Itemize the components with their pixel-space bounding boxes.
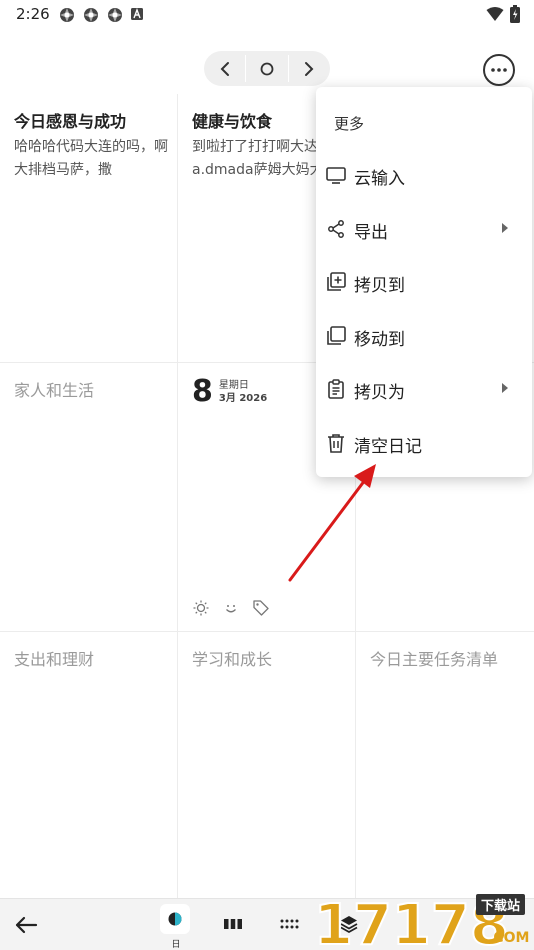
menu-item-label: 清空日记 bbox=[354, 437, 422, 457]
day-view-icon bbox=[168, 912, 182, 926]
date-day: 8 bbox=[192, 374, 213, 409]
today-button[interactable] bbox=[246, 51, 287, 86]
mood-smile-icon[interactable] bbox=[222, 599, 240, 617]
cell-content: 哈哈哈代码大连的吗，啊大排档马萨，撒 bbox=[14, 139, 168, 178]
share-icon bbox=[328, 220, 344, 238]
cell-title: 今日感恩与成功 bbox=[14, 112, 127, 131]
grid-cell-learning[interactable]: 学习和成长 bbox=[178, 632, 356, 898]
menu-item-export[interactable]: 导出 bbox=[316, 207, 532, 251]
next-day-button[interactable] bbox=[289, 51, 330, 86]
view-day-button[interactable] bbox=[160, 904, 190, 934]
menu-item-move-to[interactable]: 移动到 bbox=[316, 314, 532, 358]
settings-gear-icon bbox=[108, 8, 122, 22]
view-month-button[interactable] bbox=[276, 911, 302, 937]
monitor-icon bbox=[326, 167, 346, 184]
status-notification-icons bbox=[58, 6, 144, 24]
tag-icon[interactable] bbox=[252, 599, 270, 617]
back-button[interactable] bbox=[12, 911, 40, 939]
previous-day-button[interactable] bbox=[204, 51, 245, 86]
site-watermark: 17178 下载站 .COM bbox=[312, 888, 534, 950]
chevron-right-icon bbox=[305, 61, 314, 76]
grid-cell-gratitude[interactable]: 今日感恩与成功 哈哈哈代码大连的吗，啊大排档马萨，撒 bbox=[0, 94, 178, 363]
more-menu: 更多 云输入 导出 拷贝到 移动到 拷贝为 清空日记 bbox=[316, 87, 532, 477]
submenu-arrow-icon bbox=[502, 223, 508, 233]
date-month-year: 3月 2026 bbox=[218, 392, 268, 404]
menu-item-copy-to[interactable]: 拷贝到 bbox=[316, 260, 532, 304]
menu-item-clear-diary[interactable]: 清空日记 bbox=[316, 421, 532, 465]
cell-title: 今日主要任务清单 bbox=[370, 650, 499, 669]
date-weekday: 星期日 bbox=[218, 379, 249, 391]
settings-gear-icon bbox=[60, 8, 74, 22]
arrow-left-icon bbox=[15, 916, 38, 934]
date-display: 8 星期日 3月 2026 bbox=[192, 377, 267, 407]
wifi-icon bbox=[486, 7, 504, 21]
menu-item-label: 拷贝到 bbox=[354, 276, 405, 296]
cell-title: 学习和成长 bbox=[192, 650, 273, 669]
columns-icon bbox=[224, 919, 242, 929]
move-copy-icon bbox=[327, 326, 346, 345]
view-day-label: 日 bbox=[171, 940, 181, 950]
settings-gear-icon bbox=[84, 8, 98, 22]
a-letter-icon bbox=[131, 8, 143, 20]
grid-cell-family[interactable]: 家人和生活 bbox=[0, 363, 178, 632]
dots-grid-icon bbox=[280, 919, 299, 929]
battery-icon bbox=[510, 5, 520, 23]
date-navigation bbox=[204, 51, 330, 86]
trash-icon bbox=[328, 434, 344, 453]
cell-title: 健康与饮食 bbox=[192, 112, 273, 131]
menu-header: 更多 bbox=[334, 115, 365, 133]
status-system-icons bbox=[486, 5, 520, 23]
menu-item-label: 移动到 bbox=[354, 330, 405, 350]
status-bar: 2:26 bbox=[0, 0, 534, 30]
menu-item-cloud-input[interactable]: 云输入 bbox=[316, 153, 532, 197]
weather-sun-icon[interactable] bbox=[192, 599, 210, 617]
circle-icon bbox=[260, 62, 274, 75]
menu-item-label: 导出 bbox=[354, 223, 388, 243]
submenu-arrow-icon bbox=[502, 383, 508, 393]
status-time: 2:26 bbox=[16, 5, 50, 23]
menu-item-copy-as[interactable]: 拷贝为 bbox=[316, 367, 532, 411]
chevron-left-icon bbox=[220, 61, 229, 76]
grid-cell-finance[interactable]: 支出和理财 bbox=[0, 632, 178, 898]
date-meta: 星期日 3月 2026 bbox=[219, 380, 267, 405]
menu-item-label: 拷贝为 bbox=[354, 383, 405, 403]
grid-cell-tasks[interactable]: 今日主要任务清单 bbox=[356, 632, 534, 898]
watermark-tag: 下载站 bbox=[476, 894, 526, 915]
more-options-button[interactable] bbox=[482, 53, 516, 87]
watermark-suffix: .COM bbox=[488, 930, 530, 946]
cell-title: 家人和生活 bbox=[14, 381, 95, 400]
clipboard-icon bbox=[328, 379, 344, 399]
more-horizontal-icon bbox=[483, 54, 515, 86]
entry-attributes bbox=[192, 599, 270, 617]
copy-plus-icon bbox=[327, 272, 346, 291]
view-week-button[interactable] bbox=[220, 911, 246, 937]
menu-item-label: 云输入 bbox=[354, 169, 405, 189]
cell-title: 支出和理财 bbox=[14, 650, 95, 669]
